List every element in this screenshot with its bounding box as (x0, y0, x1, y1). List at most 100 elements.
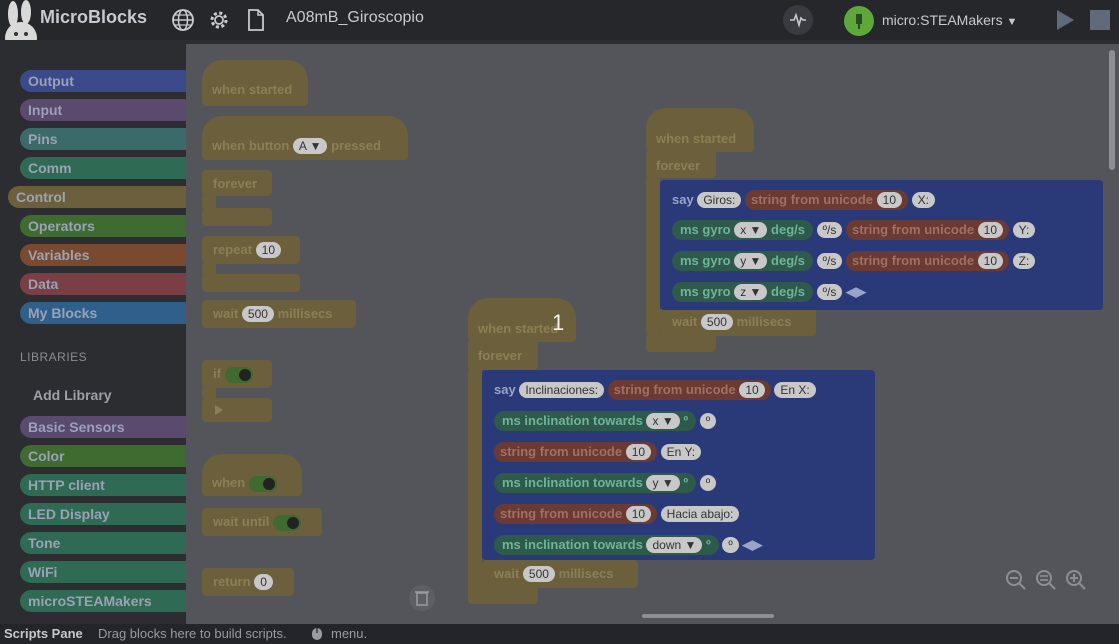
category-input[interactable]: Input (20, 99, 196, 121)
script2-hacia-abajo-row: string from unicode 10 Hacia abajo: (494, 504, 740, 524)
ms-inclination-reporter[interactable]: ms inclination towards down ▼ º (494, 535, 719, 555)
file-icon[interactable] (244, 8, 268, 32)
script1-forever-label: forever (656, 158, 701, 173)
text-slot[interactable]: º (699, 475, 717, 491)
script1-wait-label: wait 500 millisecs (672, 314, 792, 330)
zoom-reset-icon[interactable] (1034, 568, 1058, 592)
libraries-header: LIBRARIES (20, 350, 88, 364)
text-slot[interactable]: º/s (816, 253, 843, 269)
trash-icon[interactable] (408, 584, 436, 612)
category-output[interactable]: Output (20, 70, 196, 92)
run-icon[interactable] (1054, 9, 1076, 31)
library-http-client[interactable]: HTTP client (20, 474, 196, 496)
category-comm[interactable]: Comm (20, 157, 196, 179)
text-slot[interactable]: Giros: (697, 192, 742, 208)
ms-inclination-reporter[interactable]: ms inclination towards y ▼ º (494, 473, 697, 493)
string-from-unicode-reporter[interactable]: string from unicode 10 (607, 380, 771, 400)
gear-icon[interactable] (207, 8, 231, 32)
text-slot[interactable]: Z: (1012, 253, 1036, 269)
mouse-icon (312, 628, 322, 640)
text-slot[interactable]: º/s (816, 222, 843, 238)
text-slot[interactable]: Hacia abajo: (660, 506, 740, 522)
button-dropdown[interactable]: A ▼ (292, 138, 328, 154)
block-label: return 0 (213, 574, 273, 590)
arg-arrows-icon[interactable]: ◀▶ (846, 284, 866, 299)
block-label: when started (212, 82, 293, 97)
library-microsteamakers[interactable]: microSTEAMakers (20, 590, 196, 612)
block-forever-foot (202, 208, 272, 226)
board-selector[interactable]: micro:STEAMakers ▼ (844, 6, 1034, 36)
script2-forever-arm (468, 368, 482, 604)
category-control[interactable]: Control (8, 186, 196, 208)
boolean-toggle[interactable] (224, 366, 253, 383)
library-wifi[interactable]: WiFi (20, 561, 196, 583)
ms-gyro-reporter[interactable]: ms gyro z ▼ deg/s (672, 282, 814, 302)
globe-icon[interactable] (171, 8, 195, 32)
text-slot[interactable]: º (699, 413, 717, 429)
status-title: Scripts Pane (4, 626, 83, 641)
library-tone[interactable]: Tone (20, 532, 196, 554)
string-from-unicode-reporter[interactable]: string from unicode 10 (845, 251, 1010, 271)
category-operators[interactable]: Operators (20, 215, 196, 237)
text-slot[interactable]: X: (911, 192, 935, 208)
block-if-foot (202, 398, 272, 422)
zoom-in-icon[interactable] (1064, 568, 1088, 592)
block-label: if (213, 366, 253, 383)
graph-icon[interactable] (782, 4, 814, 36)
script1-say-row: say Giros: string from unicode 10 X: (672, 190, 935, 210)
repeat-count[interactable]: 10 (255, 242, 282, 258)
ms-gyro-reporter[interactable]: ms gyro x ▼ deg/s (672, 220, 814, 240)
wait-value[interactable]: 500 (522, 566, 555, 582)
ms-inclination-reporter[interactable]: ms inclination towards x ▼ º (494, 411, 697, 431)
text-slot[interactable]: º/s (816, 284, 843, 300)
scripts-pane[interactable]: when started when button A ▼ pressed for… (186, 44, 1119, 624)
wait-value[interactable]: 500 (700, 314, 733, 330)
app-name: MicroBlocks (40, 7, 148, 27)
library-color[interactable]: Color (20, 445, 196, 467)
zoom-out-icon[interactable] (1004, 568, 1028, 592)
string-from-unicode-reporter[interactable]: string from unicode 10 (494, 504, 658, 524)
category-pins[interactable]: Pins (20, 128, 196, 150)
script2-hat-label: when started (478, 321, 559, 336)
string-from-unicode-reporter[interactable]: string from unicode 10 (744, 190, 909, 210)
category-data[interactable]: Data (20, 273, 196, 295)
block-label: repeat 10 (213, 242, 282, 258)
library-basic-sensors[interactable]: Basic Sensors (20, 416, 196, 438)
usb-icon[interactable] (844, 6, 874, 36)
text-slot[interactable]: Y: (1012, 222, 1036, 238)
boolean-toggle[interactable] (248, 475, 277, 492)
block-label: when button A ▼ pressed (212, 138, 381, 154)
project-name[interactable]: A08mB_Giroscopio (286, 9, 424, 27)
script2-incl-x-row: ms inclination towards x ▼ º º (494, 411, 717, 431)
string-from-unicode-reporter[interactable]: string from unicode 10 (494, 442, 658, 462)
library-led-display[interactable]: LED Display (20, 503, 196, 525)
ms-gyro-reporter[interactable]: ms gyro y ▼ deg/s (672, 251, 814, 271)
boolean-toggle[interactable] (272, 514, 301, 531)
text-slot[interactable]: En X: (774, 382, 816, 398)
return-value[interactable]: 0 (254, 574, 273, 590)
wait-value[interactable]: 500 (241, 306, 274, 322)
text-slot[interactable]: Inclinaciones: (519, 382, 605, 398)
stop-icon[interactable] (1090, 10, 1110, 30)
script2-incl-y-row: ms inclination towards y ▼ º º (494, 473, 717, 493)
category-variables[interactable]: Variables (20, 244, 196, 266)
add-library-button[interactable]: Add Library (33, 387, 112, 403)
text-slot[interactable]: º (722, 537, 739, 553)
board-name: micro:STEAMakers ▼ (882, 12, 1018, 28)
script2-forever-foot (468, 586, 538, 604)
status-menu-hint: menu. (331, 626, 368, 641)
script1-forever-arm (646, 176, 660, 336)
text-slot[interactable]: En Y: (660, 444, 702, 460)
status-bar: Scripts Pane Drag blocks here to build s… (0, 624, 1119, 644)
expand-arrow-icon[interactable] (214, 404, 224, 416)
horizontal-scrollbar[interactable] (642, 614, 774, 618)
vertical-scrollbar[interactable] (1109, 50, 1115, 170)
block-label: wait until (213, 514, 301, 531)
string-from-unicode-reporter[interactable]: string from unicode 10 (845, 220, 1010, 240)
script2-wait-label: wait 500 millisecs (494, 566, 614, 582)
category-palette: Output Input Pins Comm Control Operators… (0, 40, 196, 624)
script1-forever-foot (646, 334, 716, 352)
category-my-blocks[interactable]: My Blocks (20, 302, 196, 324)
arg-arrows-icon[interactable]: ◀▶ (742, 537, 762, 552)
chevron-down-icon: ▼ (309, 139, 322, 153)
